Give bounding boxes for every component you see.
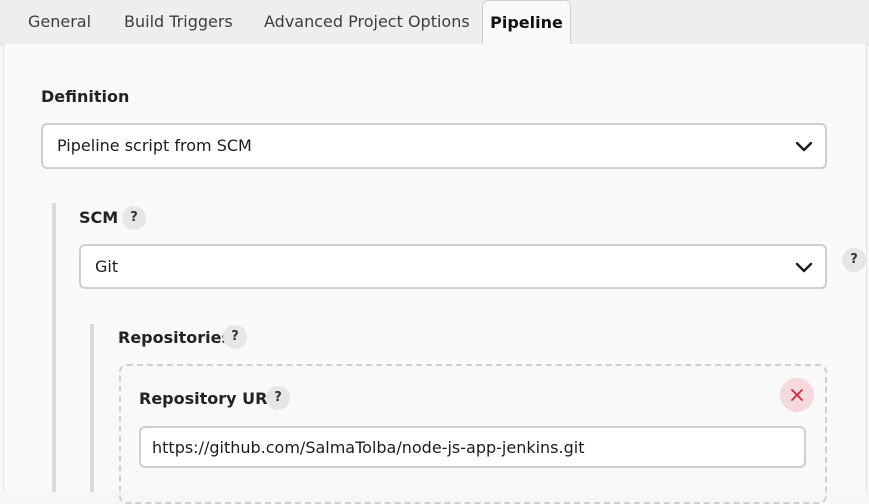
repository-url-help-icon[interactable]: ?	[266, 386, 290, 410]
tab-build-triggers[interactable]: Build Triggers	[124, 0, 233, 44]
repositories-section-line	[90, 324, 94, 492]
scm-select[interactable]: Git	[79, 244, 827, 289]
tab-pipeline[interactable]: Pipeline	[482, 0, 571, 45]
scm-select-value: Git	[95, 257, 119, 276]
scm-label: SCM	[79, 208, 119, 227]
repository-url-label: Repository URL	[139, 389, 278, 408]
delete-repository-button[interactable]	[780, 378, 814, 412]
scm-side-help-icon[interactable]: ?	[842, 248, 866, 272]
chevron-down-icon	[795, 141, 813, 152]
definition-select[interactable]: Pipeline script from SCM	[41, 123, 827, 169]
tab-advanced-project-options[interactable]: Advanced Project Options	[264, 0, 470, 44]
repositories-label: Repositories	[118, 328, 232, 347]
repository-url-input[interactable]: https://github.com/SalmaTolba/node-js-ap…	[139, 426, 806, 468]
scm-section-line	[52, 203, 56, 492]
scm-help-icon[interactable]: ?	[122, 206, 146, 230]
definition-label: Definition	[41, 87, 130, 106]
repository-url-value: https://github.com/SalmaTolba/node-js-ap…	[152, 438, 585, 457]
repositories-help-icon[interactable]: ?	[223, 325, 247, 349]
tab-general[interactable]: General	[28, 0, 91, 44]
definition-select-value: Pipeline script from SCM	[57, 136, 252, 155]
tab-bar: General Build Triggers Advanced Project …	[0, 0, 869, 45]
close-icon	[791, 389, 803, 401]
chevron-down-icon	[795, 262, 813, 273]
